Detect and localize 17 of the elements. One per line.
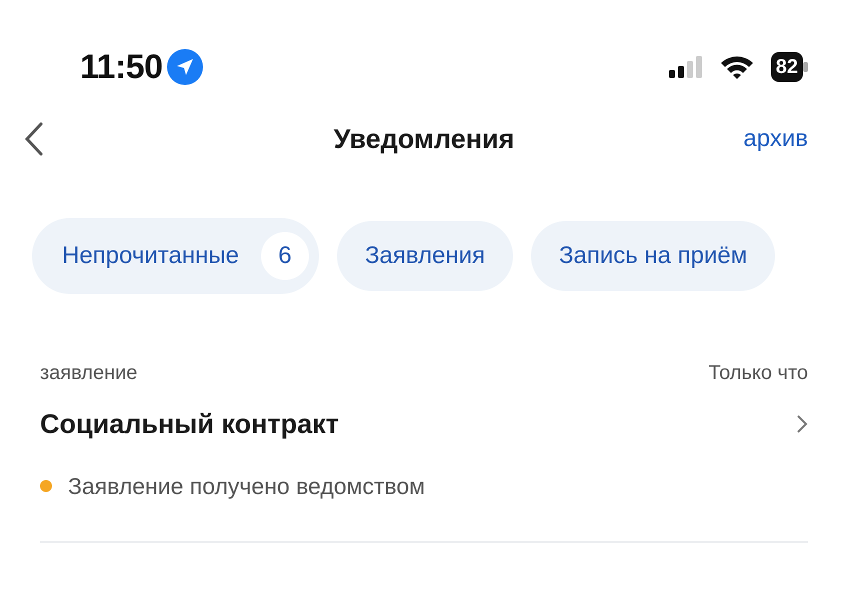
battery-icon: 82	[770, 52, 803, 82]
notification-title[interactable]: Социальный контракт	[40, 404, 339, 444]
chevron-right-icon[interactable]	[796, 414, 808, 434]
filter-tab[interactable]: Непрочитанные 6	[32, 218, 319, 294]
notification-status: Заявление получено ведомством	[68, 472, 425, 501]
notification-time: Только что	[708, 361, 808, 386]
signal-icon	[668, 56, 703, 78]
wifi-icon	[718, 54, 755, 80]
clock: 11:50	[80, 46, 163, 88]
page-title: Уведомления	[334, 122, 514, 156]
back-icon[interactable]	[24, 122, 44, 156]
battery-tip-icon	[803, 62, 808, 72]
archive-link[interactable]: архив	[743, 121, 808, 157]
notification-category: заявление	[40, 361, 138, 386]
filter-tab[interactable]: Запись на приём	[530, 221, 776, 291]
count-badge: 6	[260, 232, 309, 280]
filter-tab[interactable]: Заявления	[336, 221, 513, 291]
